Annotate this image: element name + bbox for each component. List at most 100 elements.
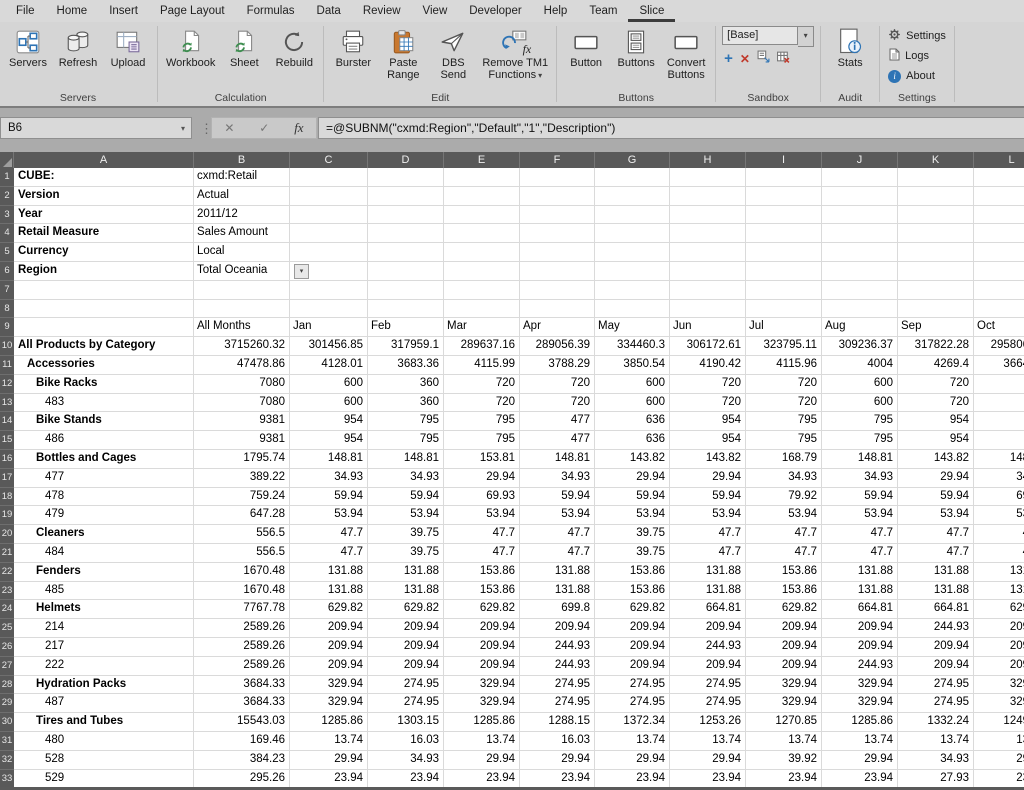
cell-C26[interactable]: 209.94	[290, 637, 368, 657]
cell-E6[interactable]	[444, 261, 520, 281]
cell-F32[interactable]: 29.94	[520, 750, 595, 770]
cell-G5[interactable]	[595, 243, 670, 262]
cell-K27[interactable]: 209.94	[898, 656, 974, 676]
cell-C12[interactable]: 600	[290, 374, 368, 394]
cell-B23[interactable]: 1670.48	[194, 581, 290, 601]
cell-G32[interactable]: 29.94	[595, 750, 670, 770]
column-header-c[interactable]: C	[290, 152, 368, 168]
cell-D13[interactable]: 360	[368, 393, 444, 413]
cell-A32[interactable]: 528	[14, 750, 194, 770]
cell-E17[interactable]: 29.94	[444, 468, 520, 488]
cell-D20[interactable]: 39.75	[368, 525, 444, 544]
cell-H30[interactable]: 1253.26	[670, 713, 746, 732]
cell-J18[interactable]: 59.94	[822, 487, 898, 507]
cell-C20[interactable]: 47.7	[290, 525, 368, 544]
cell-J27[interactable]: 244.93	[822, 656, 898, 676]
cell-D28[interactable]: 274.95	[368, 675, 444, 695]
cell-F23[interactable]: 131.88	[520, 581, 595, 601]
cell-K14[interactable]: 954	[898, 412, 974, 432]
cell-G9[interactable]: May	[595, 318, 670, 338]
cell-C15[interactable]: 954	[290, 431, 368, 450]
cell-D14[interactable]: 795	[368, 412, 444, 432]
cell-B8[interactable]	[194, 299, 290, 319]
cell-E1[interactable]	[444, 168, 520, 187]
tab-developer[interactable]: Developer	[458, 0, 532, 22]
cell-B1[interactable]: cxmd:Retail	[194, 168, 290, 187]
row-header-5[interactable]: 5	[0, 243, 14, 262]
cell-B28[interactable]: 3684.33	[194, 675, 290, 695]
tab-file[interactable]: File	[5, 0, 46, 22]
cell-A31[interactable]: 480	[14, 731, 194, 751]
cell-F16[interactable]: 148.81	[520, 449, 595, 469]
cell-G11[interactable]: 3850.54	[595, 355, 670, 375]
row-header-11[interactable]: 11	[0, 355, 14, 375]
tab-data[interactable]: Data	[306, 0, 352, 22]
cell-K24[interactable]: 664.81	[898, 600, 974, 620]
cell-H31[interactable]: 13.74	[670, 731, 746, 751]
cell-G31[interactable]: 13.74	[595, 731, 670, 751]
column-header-g[interactable]: G	[595, 152, 670, 168]
row-header-14[interactable]: 14	[0, 412, 14, 432]
cell-D21[interactable]: 39.75	[368, 543, 444, 563]
cell-E15[interactable]: 795	[444, 431, 520, 450]
buttons-button[interactable]: Buttons	[611, 23, 661, 70]
cell-F4[interactable]	[520, 224, 595, 244]
cell-I32[interactable]: 39.92	[746, 750, 822, 770]
cell-K2[interactable]	[898, 186, 974, 206]
cell-L30[interactable]: 1249.06	[974, 713, 1024, 732]
cell-B18[interactable]: 759.24	[194, 487, 290, 507]
cell-H24[interactable]: 664.81	[670, 600, 746, 620]
cell-K16[interactable]: 143.82	[898, 449, 974, 469]
cell-J16[interactable]: 148.81	[822, 449, 898, 469]
cell-H4[interactable]	[670, 224, 746, 244]
cell-C19[interactable]: 53.94	[290, 506, 368, 526]
cell-L27[interactable]: 209.94	[974, 657, 1024, 676]
cell-L2[interactable]	[974, 187, 1024, 206]
column-header-f[interactable]: F	[520, 152, 595, 168]
cell-A2[interactable]: Version	[14, 186, 194, 206]
cell-J32[interactable]: 29.94	[822, 750, 898, 770]
cell-E26[interactable]: 209.94	[444, 637, 520, 657]
cell-L32[interactable]: 29.94	[974, 751, 1024, 770]
cell-J2[interactable]	[822, 186, 898, 206]
cell-E30[interactable]: 1285.86	[444, 713, 520, 732]
cell-F3[interactable]	[520, 205, 595, 225]
cell-G10[interactable]: 334460.3	[595, 337, 670, 356]
cell-G29[interactable]: 274.95	[595, 694, 670, 714]
cell-B15[interactable]: 9381	[194, 431, 290, 450]
cell-L26[interactable]: 209.94	[974, 638, 1024, 657]
cell-I14[interactable]: 795	[746, 412, 822, 432]
cell-H26[interactable]: 244.93	[670, 637, 746, 657]
row-header-18[interactable]: 18	[0, 487, 14, 507]
sandbox-combo-value[interactable]: [Base]	[722, 26, 799, 45]
cell-H8[interactable]	[670, 299, 746, 319]
cell-A18[interactable]: 478	[14, 487, 194, 507]
cell-H20[interactable]: 47.7	[670, 525, 746, 544]
cell-I11[interactable]: 4115.96	[746, 355, 822, 375]
cell-J25[interactable]: 209.94	[822, 619, 898, 638]
cell-C21[interactable]: 47.7	[290, 543, 368, 563]
cell-C25[interactable]: 209.94	[290, 619, 368, 638]
cell-B10[interactable]: 3715260.32	[194, 337, 290, 356]
cell-J33[interactable]: 23.94	[822, 769, 898, 789]
cell-E8[interactable]	[444, 299, 520, 319]
cell-L25[interactable]: 209.94	[974, 619, 1024, 638]
cell-G27[interactable]: 209.94	[595, 656, 670, 676]
cell-L1[interactable]	[974, 168, 1024, 187]
cell-L28[interactable]: 329.94	[974, 676, 1024, 695]
cell-D18[interactable]: 59.94	[368, 487, 444, 507]
cell-G14[interactable]: 636	[595, 412, 670, 432]
cell-I33[interactable]: 23.94	[746, 769, 822, 789]
cell-B32[interactable]: 384.23	[194, 750, 290, 770]
cell-F6[interactable]	[520, 261, 595, 281]
cell-C16[interactable]: 148.81	[290, 449, 368, 469]
cell-I17[interactable]: 34.93	[746, 468, 822, 488]
tab-formulas[interactable]: Formulas	[236, 0, 306, 22]
cell-A4[interactable]: Retail Measure	[14, 224, 194, 244]
cell-G33[interactable]: 23.94	[595, 769, 670, 789]
cell-E31[interactable]: 13.74	[444, 731, 520, 751]
cell-B5[interactable]: Local	[194, 243, 290, 262]
cell-B9[interactable]: All Months	[194, 318, 290, 338]
cell-F26[interactable]: 244.93	[520, 637, 595, 657]
cell-B29[interactable]: 3684.33	[194, 694, 290, 714]
